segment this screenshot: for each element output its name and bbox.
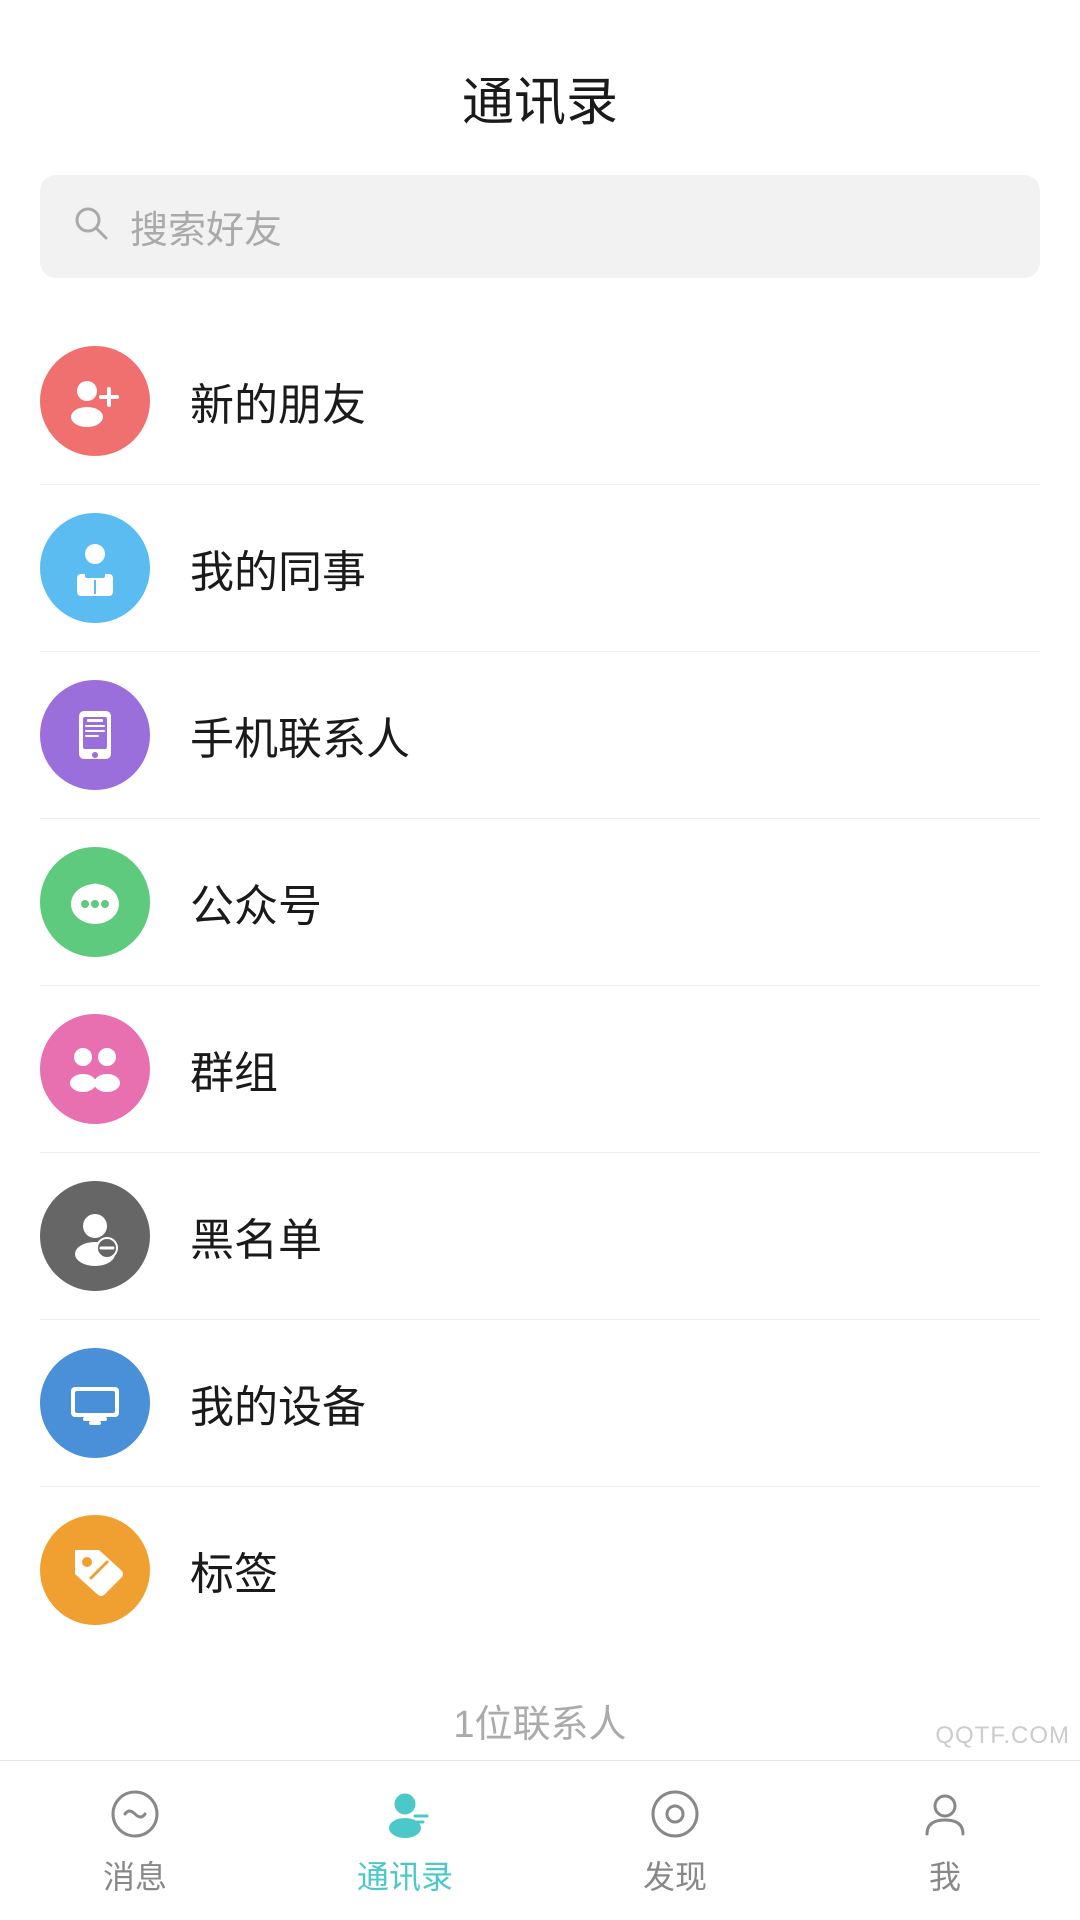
blacklist-label: 黑名单 (190, 1204, 322, 1268)
menu-item-new-friends[interactable]: 新的朋友 (40, 318, 1040, 485)
page-title: 通讯录 (0, 0, 1080, 175)
menu-list: 新的朋友 我的同事 手机联系人 公众号 群组 (0, 318, 1080, 1653)
search-bar[interactable]: 搜索好友 (40, 175, 1040, 278)
nav-messages-label: 消息 (103, 1852, 167, 1898)
nav-contacts-label: 通讯录 (357, 1852, 453, 1898)
search-icon (72, 204, 110, 249)
my-devices-icon (40, 1348, 150, 1458)
menu-item-tags[interactable]: 标签 (40, 1487, 1040, 1653)
new-friends-icon (40, 346, 150, 456)
groups-icon (40, 1014, 150, 1124)
public-accounts-label: 公众号 (190, 870, 322, 934)
nav-item-messages[interactable]: 消息 (0, 1784, 270, 1898)
nav-discover-label: 发现 (643, 1852, 707, 1898)
tags-label: 标签 (190, 1538, 278, 1602)
menu-item-phone-contacts[interactable]: 手机联系人 (40, 652, 1040, 819)
new-friends-label: 新的朋友 (190, 369, 366, 433)
nav-contacts-icon (375, 1784, 435, 1844)
my-colleagues-label: 我的同事 (190, 536, 366, 600)
menu-item-my-colleagues[interactable]: 我的同事 (40, 485, 1040, 652)
tags-icon (40, 1515, 150, 1625)
menu-item-my-devices[interactable]: 我的设备 (40, 1320, 1040, 1487)
my-colleagues-icon (40, 513, 150, 623)
nav-discover-icon (645, 1784, 705, 1844)
menu-item-public-accounts[interactable]: 公众号 (40, 819, 1040, 986)
bottom-nav: 消息 通讯录 发现 我 (0, 1760, 1080, 1920)
search-bar-container: 搜索好友 (40, 175, 1040, 278)
nav-me-label: 我 (929, 1852, 961, 1898)
search-placeholder: 搜索好友 (130, 199, 282, 254)
phone-contacts-label: 手机联系人 (190, 703, 410, 767)
public-accounts-icon (40, 847, 150, 957)
watermark: QQTF.COM (935, 1722, 1070, 1750)
nav-item-discover[interactable]: 发现 (540, 1784, 810, 1898)
groups-label: 群组 (190, 1037, 278, 1101)
nav-me-icon (915, 1784, 975, 1844)
nav-messages-icon (105, 1784, 165, 1844)
my-devices-label: 我的设备 (190, 1371, 366, 1435)
nav-item-me[interactable]: 我 (810, 1784, 1080, 1898)
menu-item-blacklist[interactable]: 黑名单 (40, 1153, 1040, 1320)
phone-contacts-icon (40, 680, 150, 790)
nav-item-contacts[interactable]: 通讯录 (270, 1784, 540, 1898)
blacklist-icon (40, 1181, 150, 1291)
menu-item-groups[interactable]: 群组 (40, 986, 1040, 1153)
